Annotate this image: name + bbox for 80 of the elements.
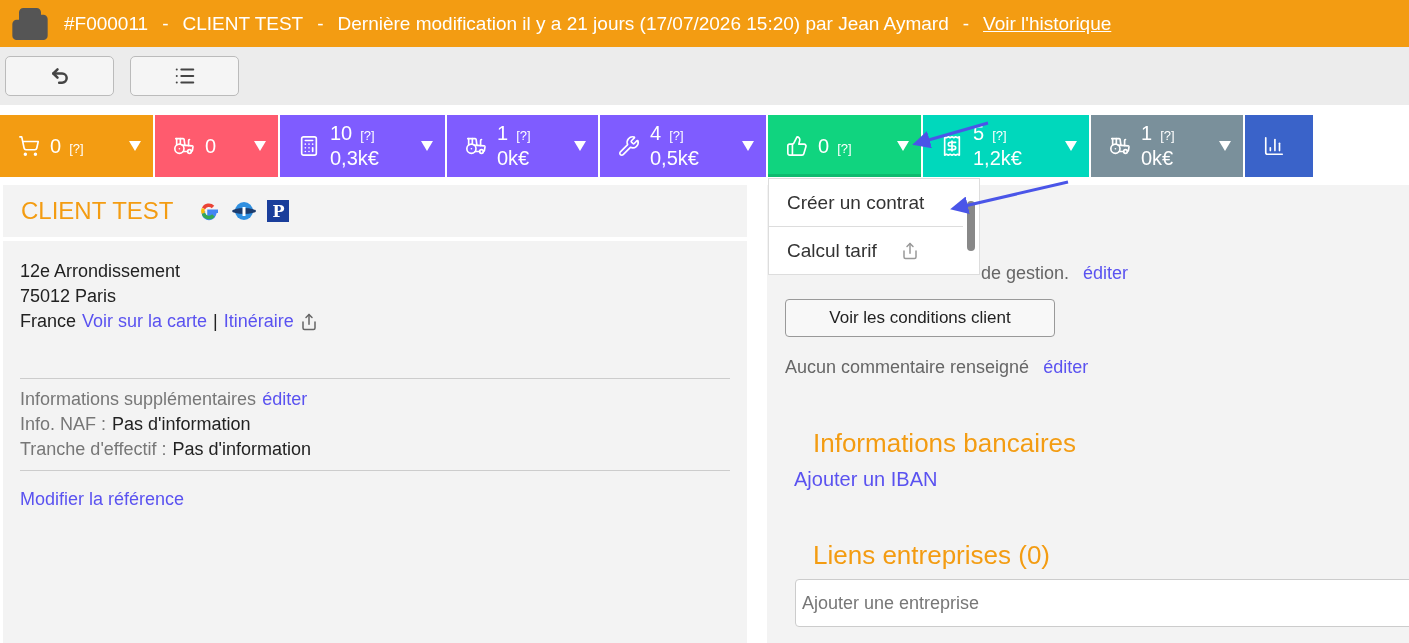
record-reference: #F000011 [64,12,149,35]
tile-count: 0 [818,133,830,159]
caret-icon[interactable] [129,141,141,151]
section-title: Informations bancaires [813,428,1078,459]
management-text: de gestion. [981,262,1070,285]
caret-icon[interactable] [897,141,909,151]
share-icon [900,241,919,260]
tile-amount: 0,5k€ [650,146,699,171]
summary-tile[interactable]: 10 [?] 0,3k€ [280,115,445,177]
modification-info: Dernière modification il y a 21 jours (17/07/2026 15:20) par Jean Aymard [337,12,949,35]
separator: - [162,12,169,35]
receipt-icon [941,135,963,157]
route-link[interactable]: Itinéraire [223,309,294,334]
company-field[interactable]: Ajouter une entreprise [795,579,1409,627]
help-mark[interactable]: [?] [69,140,84,157]
back-button[interactable] [5,56,114,96]
country: France [20,310,77,333]
reference-link[interactable]: Modifier la référence [20,487,185,512]
comment-text: Aucun commentaire renseigné [785,356,1030,379]
field-label: Tranche d'effectif : [20,438,167,461]
client-name: CLIENT TEST [182,12,304,35]
field-value: Pas d'information [172,438,312,461]
cart-icon [18,135,40,157]
wrench-icon [618,135,640,157]
edit-link[interactable]: éditer [262,387,308,412]
tractor-icon [465,135,487,157]
summary-tile[interactable]: 1 [?] 0k€ [1091,115,1243,177]
address-line: 75012 Paris [20,285,117,308]
add-iban-link[interactable]: Ajouter un IBAN [794,467,938,492]
tile-amount: 0k€ [1141,146,1175,171]
tile-count: 0 [205,133,217,159]
help-mark[interactable]: [?] [360,128,375,145]
p-badge-icon[interactable]: P [267,200,290,222]
section-label: Informations supplémentaires [20,388,257,411]
caret-icon[interactable] [1219,141,1231,151]
caret-icon[interactable] [254,141,266,151]
map-link[interactable]: Voir sur la carte [82,309,208,334]
help-mark[interactable]: [?] [1160,128,1175,145]
tile-amount: 0,3k€ [330,146,379,171]
edit-link[interactable]: éditer [1043,355,1089,380]
back-arrow-icon [49,66,70,86]
summary-tile[interactable]: 0 [?] [0,115,153,177]
separator: - [962,12,970,35]
chart-icon [1263,135,1285,157]
tractor-icon [173,135,195,157]
field-label: Info. NAF : [20,413,107,436]
tractor-icon [1109,135,1131,157]
tile-count: 1 [1141,121,1153,146]
address-line: 12e Arrondissement [20,260,181,283]
caret-icon[interactable] [421,141,433,151]
field-value: Pas d'information [112,413,251,436]
summary-tile[interactable]: 0 [155,115,278,177]
client-title: CLIENT TEST [21,197,174,225]
summary-tile[interactable]: 1 [?] 0k€ [447,115,598,177]
share-icon[interactable] [299,312,318,331]
tile-count: 1 [497,121,509,146]
tile-amount: 0k€ [497,146,531,171]
list-button[interactable] [130,56,239,96]
tile-amount: 1,2k€ [973,146,1022,171]
menu-item[interactable]: Calcul tarif [769,227,963,274]
caret-icon[interactable] [574,141,586,151]
tile-count: 4 [650,121,662,146]
summary-tile[interactable] [1245,115,1313,177]
edit-link[interactable]: éditer [1083,261,1129,286]
help-mark[interactable]: [?] [669,128,684,145]
summary-tile[interactable]: 4 [?] 0,5k€ [600,115,766,177]
link-separator: | [213,310,218,333]
calculator-icon [298,135,320,157]
separator: - [317,12,324,35]
info-icon[interactable] [231,201,258,221]
help-mark[interactable]: [?] [516,128,531,145]
section-title: Liens entreprises (0) [813,540,1051,571]
conditions-button[interactable]: Voir les conditions client [785,299,1055,337]
tile-count: 10 [330,121,353,146]
caret-icon[interactable] [1065,141,1077,151]
caret-icon[interactable] [742,141,754,151]
history-link[interactable]: Voir l'historique [983,12,1112,35]
menu-item[interactable]: Créer un contrat [769,179,963,227]
tile-count: 0 [50,133,62,159]
thumbs-up-icon [786,135,808,157]
